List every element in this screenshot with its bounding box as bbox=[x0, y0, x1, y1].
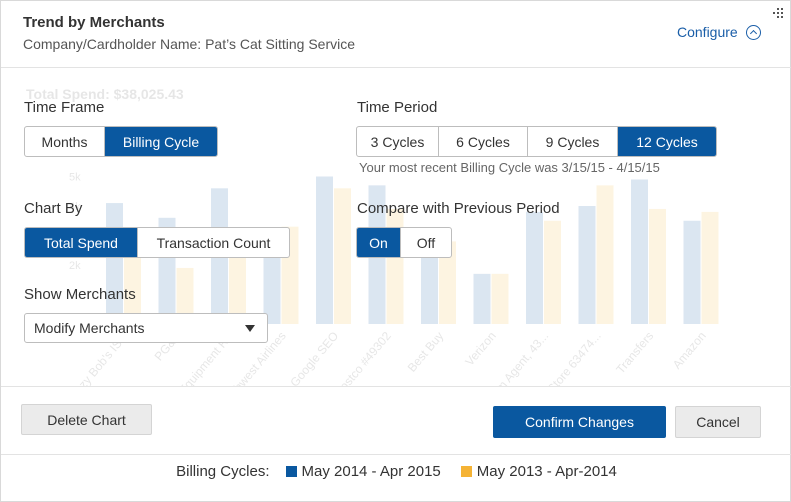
chart-by-total-spend-option[interactable]: Total Spend bbox=[25, 228, 137, 257]
legend-item-current-label: May 2014 - Apr 2015 bbox=[301, 463, 441, 480]
card-subtitle: Company/Cardholder Name: Pat’s Cat Sitti… bbox=[23, 36, 356, 52]
time-frame-months-option[interactable]: Months bbox=[25, 127, 104, 156]
chart-by-toggle: Total Spend Transaction Count bbox=[24, 227, 290, 258]
legend-item-current: May 2014 - Apr 2015 bbox=[285, 463, 441, 480]
background-chart-bar-previous bbox=[649, 208, 666, 324]
time-period-9-cycles-option[interactable]: 9 Cycles bbox=[527, 127, 617, 156]
billing-cycles-legend: Billing Cycles: May 2014 - Apr 2015 May … bbox=[1, 463, 791, 480]
drag-grip-icon[interactable] bbox=[773, 8, 783, 20]
background-chart-x-label: Verizon bbox=[462, 329, 498, 369]
background-chart-bar-previous bbox=[701, 211, 719, 324]
chart-by-transaction-count-option[interactable]: Transaction Count bbox=[137, 228, 289, 257]
delete-chart-button[interactable]: Delete Chart bbox=[21, 404, 152, 435]
background-chart-bar-current bbox=[473, 273, 491, 324]
footer-divider bbox=[1, 454, 791, 455]
background-chart-x-label: Transfers bbox=[613, 329, 656, 376]
compare-label: Compare with Previous Period bbox=[357, 200, 560, 217]
modify-merchants-dropdown[interactable]: Modify Merchants bbox=[24, 313, 268, 343]
background-chart-x-label: Google SEO bbox=[287, 329, 341, 387]
chevron-up-circle-icon bbox=[745, 24, 761, 40]
background-chart-bar-current bbox=[106, 203, 123, 324]
confirm-changes-button[interactable]: Confirm Changes bbox=[493, 406, 666, 438]
legend-swatch-previous bbox=[460, 466, 472, 477]
background-chart-x-label: Amazon bbox=[670, 329, 709, 372]
background-chart-y-tick: 2k bbox=[69, 260, 81, 272]
background-chart-bar-current bbox=[683, 220, 701, 324]
background-chart-bar-current bbox=[631, 179, 648, 324]
background-chart-x-label: Home Store 63474... bbox=[522, 329, 604, 387]
cancel-button[interactable]: Cancel bbox=[675, 406, 761, 438]
trend-by-merchants-card: Trend by Merchants Company/Cardholder Na… bbox=[0, 0, 791, 502]
time-frame-label: Time Frame bbox=[24, 99, 105, 116]
background-chart-bar-current bbox=[526, 211, 543, 324]
compare-toggle: On Off bbox=[356, 227, 452, 258]
time-frame-toggle: Months Billing Cycle bbox=[24, 126, 218, 157]
time-period-6-cycles-option[interactable]: 6 Cycles bbox=[438, 127, 527, 156]
card-title: Trend by Merchants bbox=[23, 14, 165, 31]
background-chart-bar-previous bbox=[596, 185, 614, 324]
time-period-12-cycles-option[interactable]: 12 Cycles bbox=[617, 127, 716, 156]
background-chart-x-label: Costco #49302 bbox=[331, 329, 394, 387]
time-period-toggle: 3 Cycles 6 Cycles 9 Cycles 12 Cycles bbox=[356, 126, 717, 157]
legend-label: Billing Cycles: bbox=[176, 463, 270, 480]
time-frame-billing-cycle-option[interactable]: Billing Cycle bbox=[104, 127, 217, 156]
configure-button[interactable]: Configure bbox=[677, 24, 761, 40]
actions-divider bbox=[1, 386, 791, 387]
background-chart-bar-current bbox=[316, 176, 333, 324]
configure-label: Configure bbox=[677, 24, 738, 40]
background-chart-x-label: Best Buy bbox=[405, 329, 447, 375]
legend-item-previous-label: May 2013 - Apr-2014 bbox=[476, 463, 617, 480]
time-period-label: Time Period bbox=[357, 99, 438, 116]
show-merchants-label: Show Merchants bbox=[24, 286, 136, 303]
legend-item-previous: May 2013 - Apr-2014 bbox=[460, 463, 617, 480]
background-chart-bar-previous bbox=[491, 273, 509, 324]
caret-down-icon bbox=[245, 325, 255, 332]
compare-off-option[interactable]: Off bbox=[400, 228, 451, 257]
compare-on-option[interactable]: On bbox=[357, 228, 400, 257]
chart-by-label: Chart By bbox=[24, 200, 83, 217]
background-chart-x-label: State Farm Agent, 43... bbox=[461, 329, 551, 387]
legend-swatch-current bbox=[285, 466, 297, 477]
header-divider bbox=[1, 67, 791, 68]
modify-merchants-value: Modify Merchants bbox=[34, 320, 145, 336]
time-period-3-cycles-option[interactable]: 3 Cycles bbox=[357, 127, 438, 156]
background-chart-bar-previous bbox=[334, 188, 351, 324]
background-chart-bar-current bbox=[578, 206, 596, 324]
billing-cycle-hint: Your most recent Billing Cycle was 3/15/… bbox=[359, 160, 660, 175]
background-chart-y-tick: 5k bbox=[69, 172, 81, 184]
background-chart-bar-previous bbox=[544, 220, 561, 324]
